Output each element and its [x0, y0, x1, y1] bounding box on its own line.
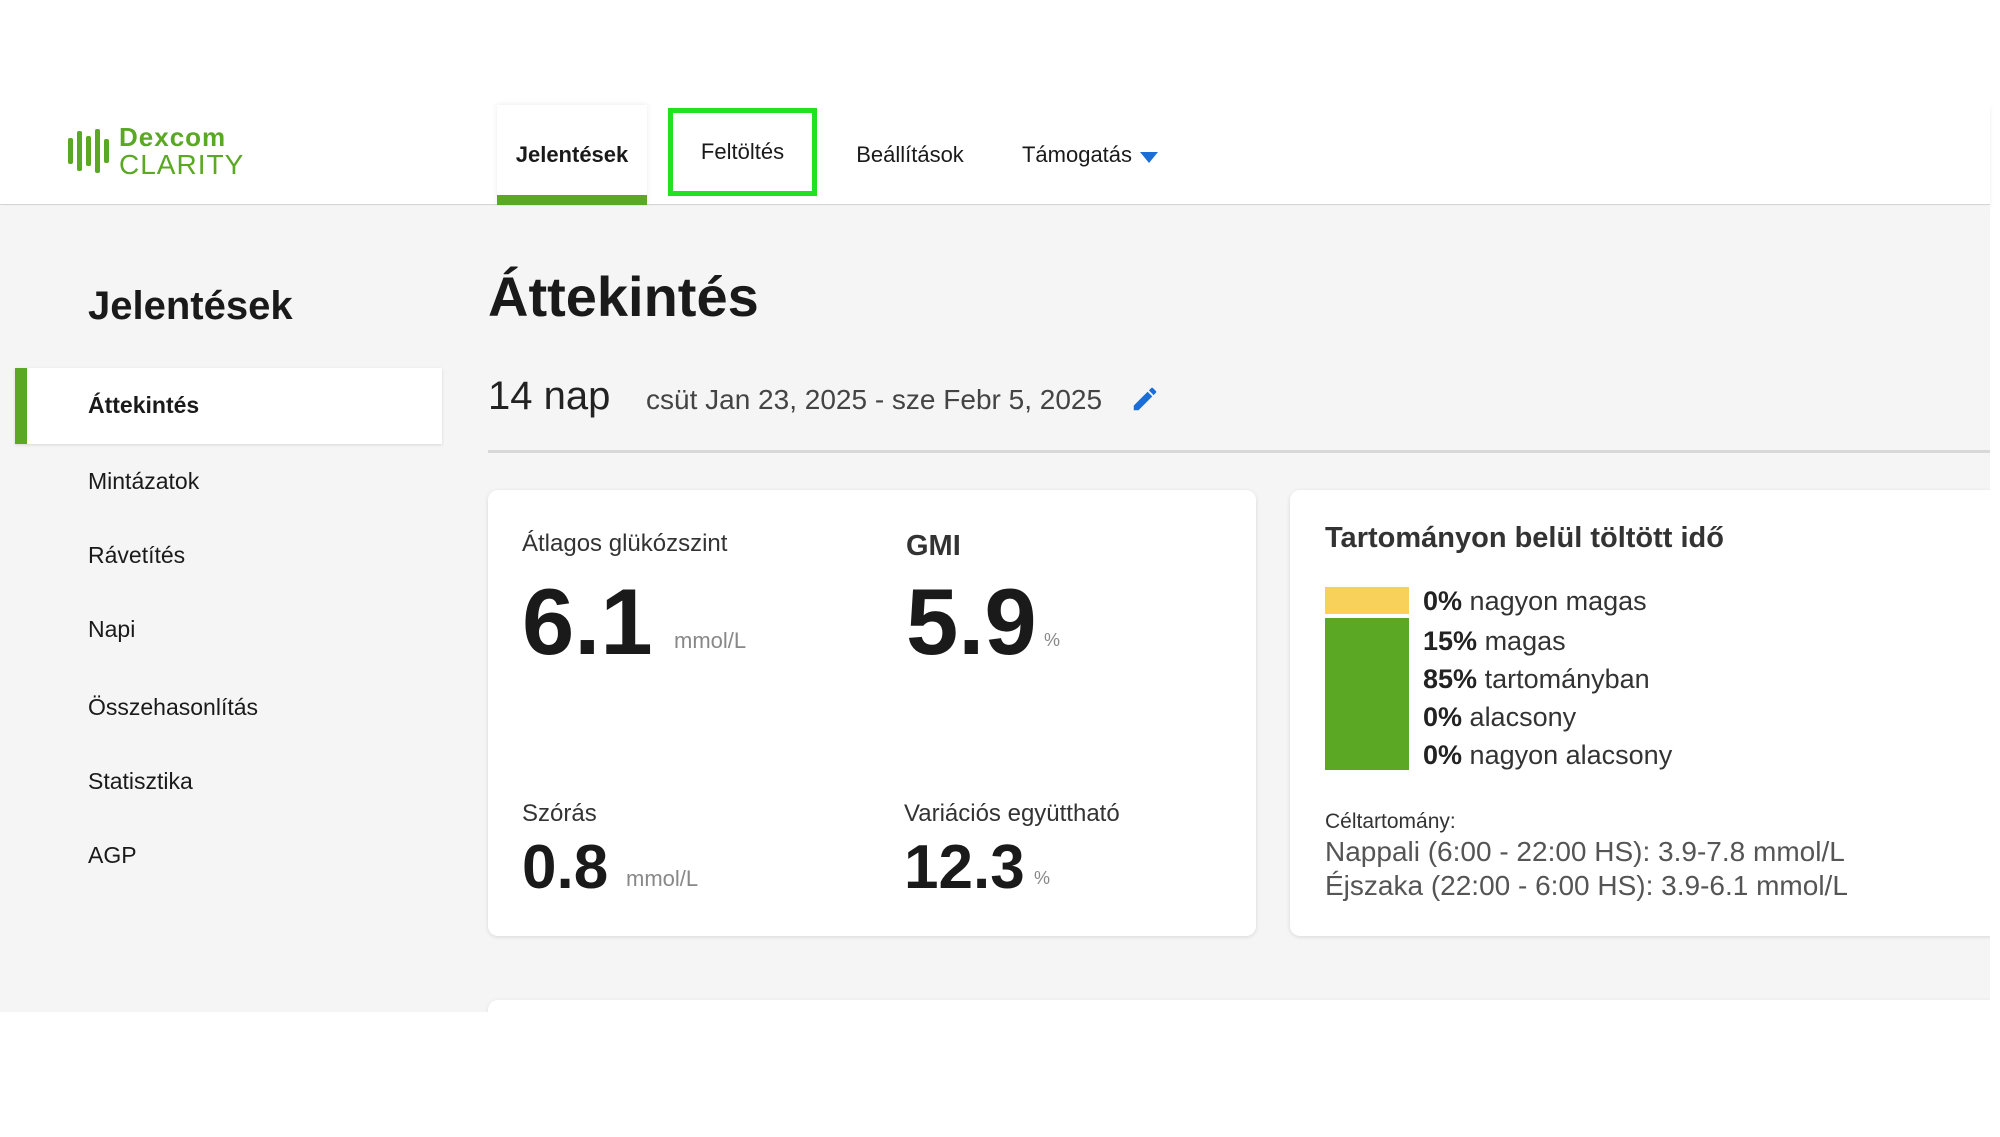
next-card — [488, 1000, 1990, 1012]
tir-row-low: 0% alacsony — [1423, 702, 1576, 733]
sidebar-item-patterns[interactable]: Mintázatok — [88, 468, 199, 495]
tab-support[interactable]: Támogatás — [1010, 105, 1170, 205]
sd-unit: mmol/L — [626, 866, 699, 891]
divider — [488, 450, 1990, 453]
sidebar-item-agp[interactable]: AGP — [88, 842, 137, 869]
sidebar-item-statistics[interactable]: Statisztika — [88, 768, 193, 795]
tir-bar-segment-2 — [1325, 618, 1409, 770]
sd-value: 0.8 — [522, 833, 609, 902]
tir-pct: 0% — [1423, 586, 1463, 616]
tir-pct: 0% — [1423, 702, 1463, 732]
tab-settings-label: Beállítások — [856, 142, 964, 167]
gmi-label: GMI — [906, 530, 961, 562]
cv-unit: % — [1034, 868, 1051, 888]
tir-label: nagyon alacsony — [1469, 740, 1673, 770]
tir-pct: 15% — [1423, 626, 1478, 656]
tab-support-label: Támogatás — [1021, 142, 1133, 167]
gmi-value: 5.9 — [906, 569, 1037, 674]
tir-label: alacsony — [1469, 702, 1577, 732]
avg-glucose-unit: mmol/L — [674, 628, 747, 653]
logo-dexcom-text: Dexcom — [119, 121, 227, 152]
tir-label: magas — [1484, 626, 1566, 656]
time-in-range-card: Tartományon belül töltött idő 0% nagyon … — [1290, 490, 1990, 936]
sidebar-title: Jelentések — [88, 284, 293, 328]
tir-row-high: 15% magas — [1423, 626, 1566, 657]
target-range-night: Éjszaka (22:00 - 6:00 HS): 3.9-6.1 mmol/… — [1325, 870, 1848, 901]
sidebar-item-overview[interactable]: Áttekintés — [15, 368, 442, 444]
tir-row-in-range: 85% tartományban — [1423, 664, 1650, 695]
gmi-unit: % — [1044, 630, 1061, 650]
logo-bars-icon — [68, 129, 109, 173]
tab-upload-label: Feltöltés — [700, 139, 785, 164]
tir-title: Tartományon belül töltött idő — [1325, 522, 1724, 554]
sidebar-item-compare[interactable]: Összehasonlítás — [88, 694, 258, 721]
avg-glucose-value: 6.1 — [522, 569, 653, 674]
cv-value: 12.3 — [904, 833, 1025, 902]
logo-clarity-text: CLARITY — [119, 148, 245, 180]
dexcom-clarity-logo[interactable]: Dexcom CLARITY — [68, 121, 248, 180]
sidebar-item-daily[interactable]: Napi — [88, 616, 135, 643]
sd-label: Szórás — [522, 800, 597, 827]
tir-bar-segment-1 — [1325, 587, 1409, 614]
tab-upload[interactable]: Feltöltés — [668, 108, 817, 196]
target-range-day: Nappali (6:00 - 22:00 HS): 3.9-7.8 mmol/… — [1325, 836, 1845, 867]
content-area: Jelentések Áttekintés Mintázatok Rávetít… — [0, 206, 1990, 1012]
target-range-label: Céltartomány: — [1325, 810, 1456, 833]
top-nav-bar: Dexcom CLARITY Jelentések Feltöltés Beál… — [0, 105, 1990, 205]
sidebar-item-label: Áttekintés — [88, 392, 200, 418]
avg-glucose-label: Átlagos glükózszint — [522, 530, 728, 557]
glucose-stats-card: Átlagos glükózszint 6.1 mmol/L GMI 5.9 %… — [488, 490, 1256, 936]
tab-reports[interactable]: Jelentések — [497, 105, 647, 205]
tir-label: tartományban — [1484, 664, 1650, 694]
tir-label: nagyon magas — [1469, 586, 1647, 616]
tir-stacked-bar — [1325, 587, 1409, 770]
tab-reports-label: Jelentések — [515, 142, 629, 167]
tab-settings[interactable]: Beállítások — [840, 105, 980, 205]
tir-row-very-low: 0% nagyon alacsony — [1423, 740, 1672, 771]
cv-label: Variációs együttható — [904, 800, 1120, 827]
tir-pct: 0% — [1423, 740, 1463, 770]
tir-row-very-high: 0% nagyon magas — [1423, 586, 1647, 617]
tir-pct: 85% — [1423, 664, 1478, 694]
pencil-icon[interactable] — [1130, 384, 1160, 414]
date-range-text: csüt Jan 23, 2025 - sze Febr 5, 2025 — [646, 384, 1103, 415]
chevron-down-icon — [1140, 151, 1159, 163]
page-title: Áttekintés — [488, 265, 759, 328]
date-range-days: 14 nap — [488, 374, 611, 418]
sidebar-item-overlay[interactable]: Rávetítés — [88, 542, 185, 569]
